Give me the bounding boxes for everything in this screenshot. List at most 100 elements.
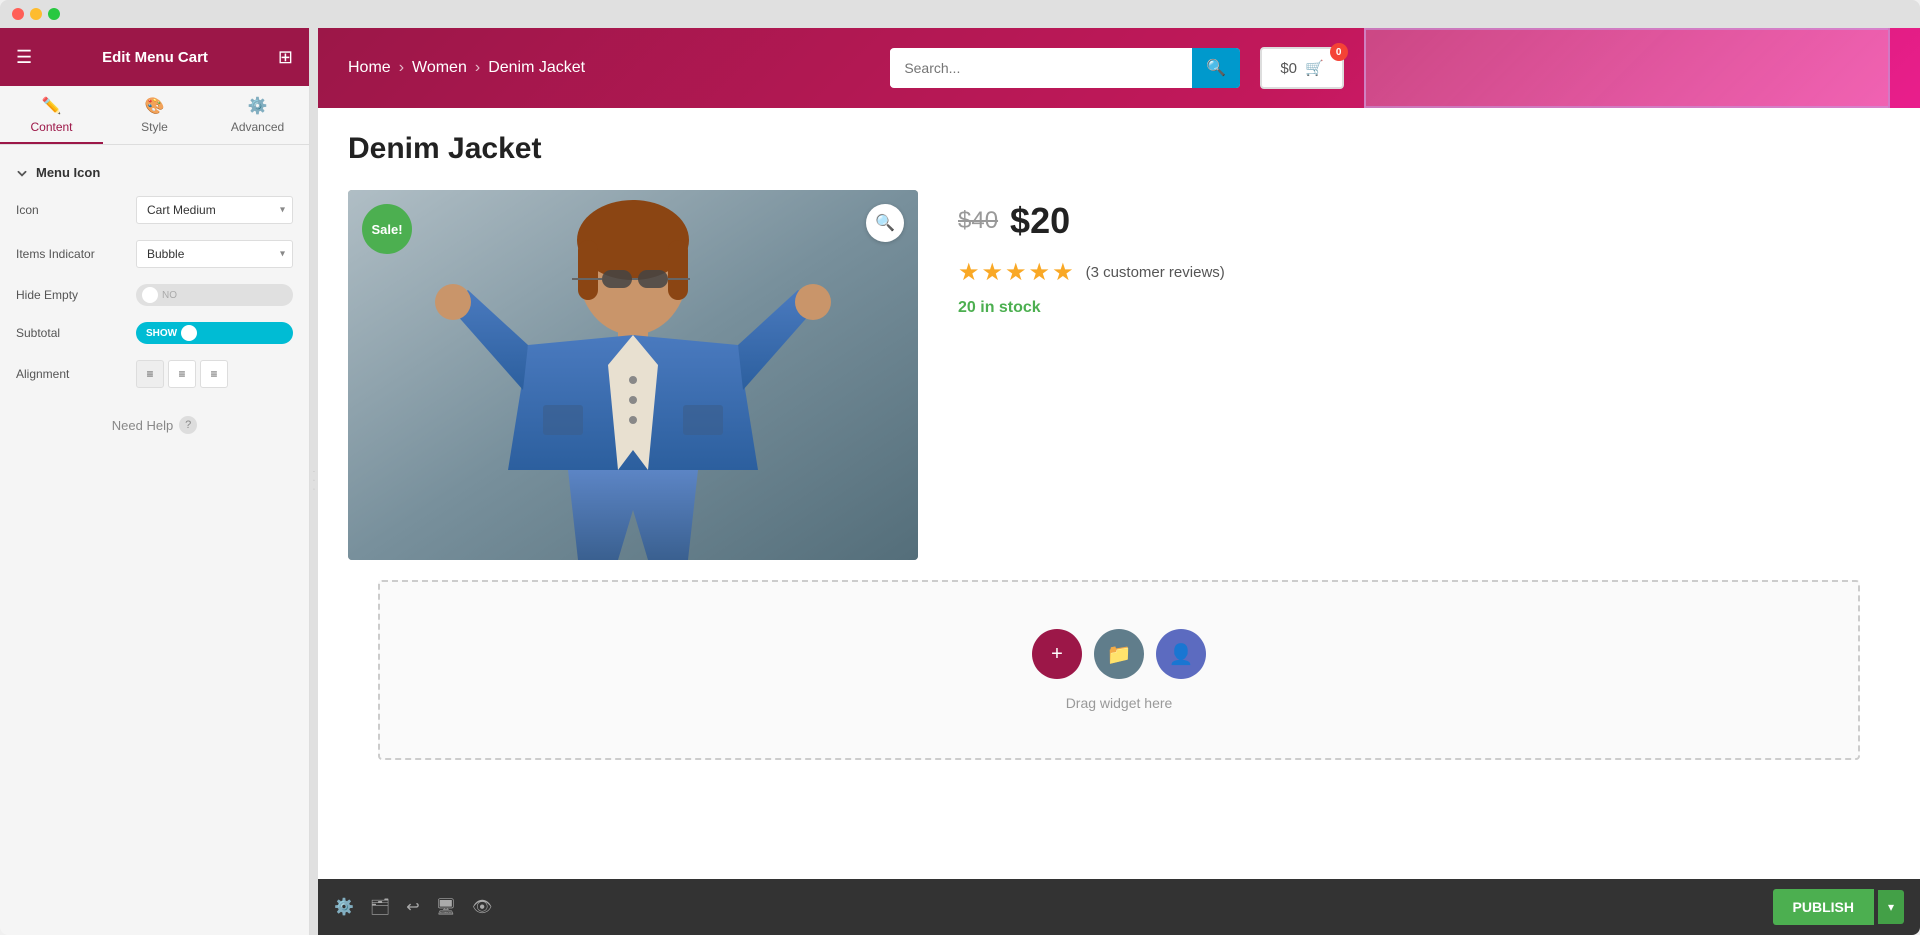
drop-zone: + 📁 👤 Drag widget here [378,580,1860,760]
alignment-field-row: Alignment ≡ ≡ ≡ [0,352,309,396]
breadcrumb-product: Denim Jacket [488,59,585,77]
cart-badge: 0 [1330,43,1348,61]
settings-icon[interactable]: ⚙️ [334,897,354,917]
cart-highlight-area [1364,28,1890,108]
publish-button[interactable]: PUBLISH [1773,889,1874,925]
product-layout: Sale! 🔍 [348,190,1890,560]
search-bar: 🔍 [890,48,1240,88]
user-button[interactable]: 👤 [1156,629,1206,679]
panel-header: ☰ Edit Menu Cart ⊞ [0,28,309,86]
cart-icon: 🛒 [1305,59,1324,77]
icon-select[interactable]: Cart Small Cart Medium Cart Large [136,196,293,224]
alignment-group: ≡ ≡ ≡ [136,360,293,388]
align-center-button[interactable]: ≡ [168,360,196,388]
breadcrumb: Home › Women › Denim Jacket [348,59,870,77]
folder-icon: 📁 [1107,642,1132,667]
publish-arrow-button[interactable]: ▾ [1878,890,1904,924]
help-icon[interactable]: ? [179,416,197,434]
toggle-circle-show [181,325,197,341]
items-indicator-label: Items Indicator [16,247,136,261]
hide-empty-toggle[interactable]: NO [136,284,293,306]
hide-empty-label: Hide Empty [16,288,136,302]
align-left-button[interactable]: ≡ [136,360,164,388]
product-image-wrap: Sale! 🔍 [348,190,918,560]
icon-select-wrap: Cart Small Cart Medium Cart Large ▾ [136,196,293,224]
tab-bar: ✏️ Content 🎨 Style ⚙️ Advanced [0,86,309,145]
items-indicator-field-row: Items Indicator None Bubble Badge ▾ [0,232,309,276]
drop-zone-label: Drag widget here [1066,695,1173,711]
product-info: $40 $20 ★★★★★ (3 customer reviews) 20 in… [958,190,1890,560]
panel-title: Edit Menu Cart [102,49,208,66]
product-title: Denim Jacket [348,132,1890,166]
close-button[interactable] [12,8,24,20]
hide-empty-field-row: Hide Empty NO [0,276,309,314]
tab-advanced[interactable]: ⚙️ Advanced [206,86,309,144]
subtotal-toggle[interactable]: SHOW [136,322,293,344]
new-price: $20 [1010,200,1070,242]
tab-style[interactable]: 🎨 Style [103,86,206,144]
breadcrumb-sep-2: › [475,59,480,77]
panel-content: Menu Icon Icon Cart Small Cart Medium Ca… [0,145,309,935]
resize-handle[interactable]: · · · [310,28,318,935]
toggle-no-label: NO [162,290,177,301]
toggle-show-label: SHOW [146,328,177,339]
alignment-control: ≡ ≡ ≡ [136,360,293,388]
advanced-tab-icon: ⚙️ [248,96,268,116]
title-bar [0,0,1920,28]
nav-bar: Home › Women › Denim Jacket 🔍 $0 🛒 0 [318,28,1920,108]
style-tab-icon: 🎨 [145,96,165,116]
old-price: $40 [958,207,998,235]
price-row: $40 $20 [958,200,1890,242]
chevron-down-icon [16,167,28,179]
user-icon: 👤 [1169,642,1194,667]
search-input[interactable] [890,50,1192,86]
history-icon[interactable]: ↩ [406,897,419,917]
stars-row: ★★★★★ (3 customer reviews) [958,258,1890,287]
plus-icon: + [1051,643,1063,666]
zoom-button[interactable]: 🔍 [866,204,904,242]
hide-empty-control: NO [136,284,293,306]
responsive-icon[interactable]: 🖥 [436,897,456,917]
section-menu-icon[interactable]: Menu Icon [0,157,309,188]
breadcrumb-sep-1: › [399,59,404,77]
items-indicator-select[interactable]: None Bubble Badge [136,240,293,268]
folder-button[interactable]: 📁 [1094,629,1144,679]
items-indicator-select-wrap: None Bubble Badge ▾ [136,240,293,268]
need-help-section: Need Help ? [0,396,309,454]
breadcrumb-category[interactable]: Women [412,59,467,77]
subtotal-field-row: Subtotal SHOW [0,314,309,352]
product-image [348,190,918,560]
toggle-circle [142,287,158,303]
cart-price: $0 [1280,60,1297,77]
tab-content[interactable]: ✏️ Content [0,86,103,144]
breadcrumb-home[interactable]: Home [348,59,391,77]
layers-icon[interactable]: 🗂 [370,897,390,917]
preview-icon[interactable]: 👁 [472,897,492,917]
stock-status: 20 in stock [958,299,1890,317]
cart-button[interactable]: $0 🛒 0 [1260,47,1343,89]
align-right-button[interactable]: ≡ [200,360,228,388]
alignment-label: Alignment [16,367,136,381]
toolbar-right: PUBLISH ▾ [1773,889,1904,925]
content-tab-icon: ✏️ [42,96,62,116]
sale-badge: Sale! [362,204,412,254]
hamburger-icon[interactable]: ☰ [16,47,32,68]
toolbar-left: ⚙️ 🗂 ↩ 🖥 👁 [334,897,492,917]
left-panel: ☰ Edit Menu Cart ⊞ ✏️ Content 🎨 Style ⚙️… [0,28,310,935]
subtotal-label: Subtotal [16,326,136,340]
reviews-count[interactable]: (3 customer reviews) [1086,264,1225,281]
preview-area: Home › Women › Denim Jacket 🔍 $0 🛒 0 [318,28,1920,935]
page-content: Denim Jacket Sale! 🔍 [318,108,1920,879]
icon-label: Icon [16,203,136,217]
bottom-toolbar: ⚙️ 🗂 ↩ 🖥 👁 PUBLISH ▾ [318,879,1920,935]
grid-icon[interactable]: ⊞ [278,47,293,68]
minimize-button[interactable] [30,8,42,20]
star-rating: ★★★★★ [958,258,1076,287]
add-widget-button[interactable]: + [1032,629,1082,679]
maximize-button[interactable] [48,8,60,20]
subtotal-control: SHOW [136,322,293,344]
icon-field-row: Icon Cart Small Cart Medium Cart Large ▾ [0,188,309,232]
drop-actions: + 📁 👤 [1032,629,1206,679]
product-image-svg [348,190,918,560]
search-button[interactable]: 🔍 [1192,48,1240,88]
